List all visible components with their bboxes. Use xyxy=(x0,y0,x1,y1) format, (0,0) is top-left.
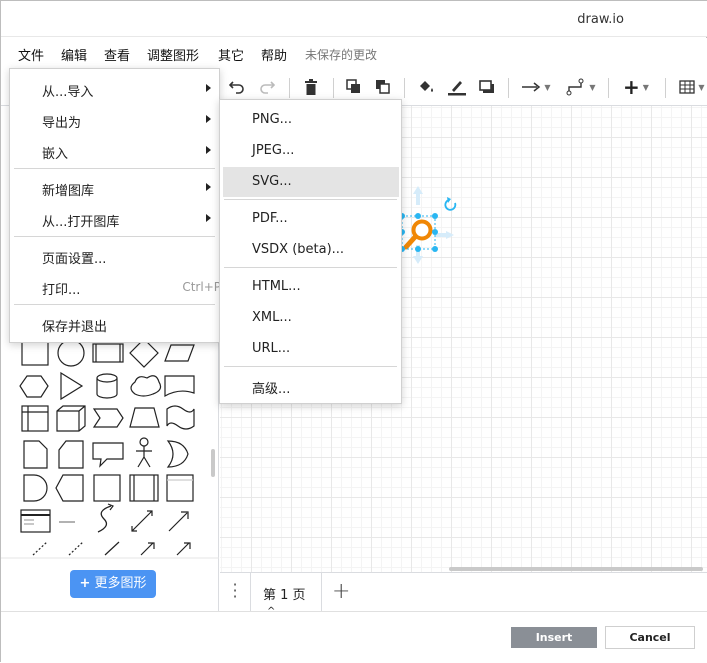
submenu-arrow-icon xyxy=(206,214,211,222)
menu-item-label: 高级... xyxy=(252,382,291,397)
menu-item-label: HTML... xyxy=(252,279,301,294)
submenu-arrow-icon xyxy=(206,146,211,154)
menu-file[interactable]: 文件 xyxy=(18,45,44,64)
menu-item-label: 页面设置... xyxy=(42,252,107,267)
move-up-arrow[interactable] xyxy=(413,186,423,205)
menu-item-pdf[interactable]: PDF... xyxy=(220,204,401,234)
submenu-arrow-icon xyxy=(206,115,211,123)
menu-item-label: 新增图库 xyxy=(42,184,95,199)
menu-item-export-as[interactable]: 导出为 xyxy=(10,105,219,135)
menu-separator xyxy=(224,366,397,367)
menu-item-jpeg[interactable]: JPEG... xyxy=(220,136,401,166)
menu-separator xyxy=(14,304,215,305)
more-shapes-label: 更多图形 xyxy=(94,576,147,591)
pages-menu-icon[interactable]: · · · xyxy=(230,577,240,605)
menu-item-label: SVG... xyxy=(252,174,292,189)
connection-style-icon[interactable]: ▼ xyxy=(519,76,553,98)
menu-item-label: 从...打开图库 xyxy=(42,215,120,230)
menu-item-label: XML... xyxy=(252,310,292,325)
menu-item-html[interactable]: HTML... xyxy=(220,272,401,302)
more-shapes-button[interactable]: + 更多图形 xyxy=(70,570,156,598)
menu-item-new-library[interactable]: 新增图库 xyxy=(10,173,219,203)
menu-item-print[interactable]: 打印... Ctrl+P xyxy=(10,272,221,302)
to-front-icon[interactable] xyxy=(344,76,364,98)
menu-arrange[interactable]: 调整图形 xyxy=(147,45,199,64)
cancel-button[interactable]: Cancel xyxy=(605,626,695,649)
menu-separator xyxy=(224,199,397,200)
submenu-arrow-icon xyxy=(206,84,211,92)
to-back-icon[interactable] xyxy=(373,76,393,98)
menu-item-label: PDF... xyxy=(252,211,288,226)
plus-icon: + xyxy=(79,576,91,591)
redo-icon[interactable] xyxy=(257,76,277,98)
file-menu: 从...导入 导出为 嵌入 新增图库 从...打开图库 页面设置... 打印..… xyxy=(9,68,221,343)
menu-view[interactable]: 查看 xyxy=(104,45,130,64)
add-page-icon[interactable]: + xyxy=(332,579,350,604)
menu-item-label: 嵌入 xyxy=(42,147,69,162)
menu-item-label: 从...导入 xyxy=(42,85,94,100)
menu-item-save-and-exit[interactable]: 保存并退出 xyxy=(10,309,219,339)
menu-separator xyxy=(14,168,215,169)
app-window: draw.io 文件 编辑 查看 调整图形 其它 帮助 未保存的更改 ▼ ▼ +… xyxy=(0,0,707,663)
sidebar-scrollbar[interactable] xyxy=(211,449,215,477)
page-tab[interactable]: 第 1 页 ^ xyxy=(250,573,322,617)
shortcut-label: Ctrl+P xyxy=(182,280,221,294)
menu-item-import-from[interactable]: 从...导入 xyxy=(10,74,219,104)
menu-item-label: URL... xyxy=(252,341,291,356)
menu-item-label: 打印... xyxy=(42,283,81,298)
shadow-icon[interactable] xyxy=(477,76,497,98)
insert-plus-icon[interactable]: + ▼ xyxy=(619,75,653,99)
menu-item-advanced[interactable]: 高级... xyxy=(220,371,401,401)
window-title: draw.io xyxy=(577,12,624,27)
export-submenu: PNG... JPEG... SVG... PDF... VSDX (beta)… xyxy=(219,99,402,404)
undo-icon[interactable] xyxy=(227,76,247,98)
menu-item-embed[interactable]: 嵌入 xyxy=(10,136,219,166)
canvas-scrollbar[interactable] xyxy=(449,567,703,571)
page-bar: ··· 第 1 页 ^ + xyxy=(220,572,707,617)
menu-item-label: PNG... xyxy=(252,112,293,127)
waypoints-icon[interactable]: ▼ xyxy=(564,76,598,98)
menu-item-svg[interactable]: SVG... xyxy=(223,167,399,197)
fill-color-icon[interactable] xyxy=(416,76,436,98)
submenu-arrow-icon xyxy=(206,183,211,191)
table-icon[interactable]: ▼ xyxy=(676,76,707,98)
unsaved-changes-label[interactable]: 未保存的更改 xyxy=(305,46,377,63)
menu-item-vsdx[interactable]: VSDX (beta)... xyxy=(220,235,401,265)
menu-bar: 文件 编辑 查看 调整图形 其它 帮助 未保存的更改 xyxy=(1,38,707,68)
menu-item-url[interactable]: URL... xyxy=(220,334,401,364)
menu-item-label: 导出为 xyxy=(42,116,82,131)
dialog-footer: Insert Cancel xyxy=(1,611,707,663)
menu-item-page-setup[interactable]: 页面设置... xyxy=(10,241,219,271)
rotate-handle-icon[interactable] xyxy=(444,199,457,211)
menu-item-open-library-from[interactable]: 从...打开图库 xyxy=(10,204,219,234)
menu-separator xyxy=(224,267,397,268)
menu-item-label: VSDX (beta)... xyxy=(252,242,345,257)
menu-item-png[interactable]: PNG... xyxy=(220,105,401,135)
delete-icon[interactable] xyxy=(301,76,321,98)
menu-item-label: JPEG... xyxy=(252,143,295,158)
menu-edit[interactable]: 编辑 xyxy=(61,45,87,64)
menu-item-xml[interactable]: XML... xyxy=(220,303,401,333)
title-bar: draw.io xyxy=(1,1,707,37)
page-tab-label: 第 1 页 xyxy=(263,588,306,603)
line-color-icon[interactable] xyxy=(446,76,468,98)
menu-separator xyxy=(14,236,215,237)
menu-help[interactable]: 帮助 xyxy=(261,45,287,64)
insert-button[interactable]: Insert xyxy=(511,627,597,648)
menu-item-label: 保存并退出 xyxy=(42,320,108,335)
menu-extras[interactable]: 其它 xyxy=(218,45,244,64)
